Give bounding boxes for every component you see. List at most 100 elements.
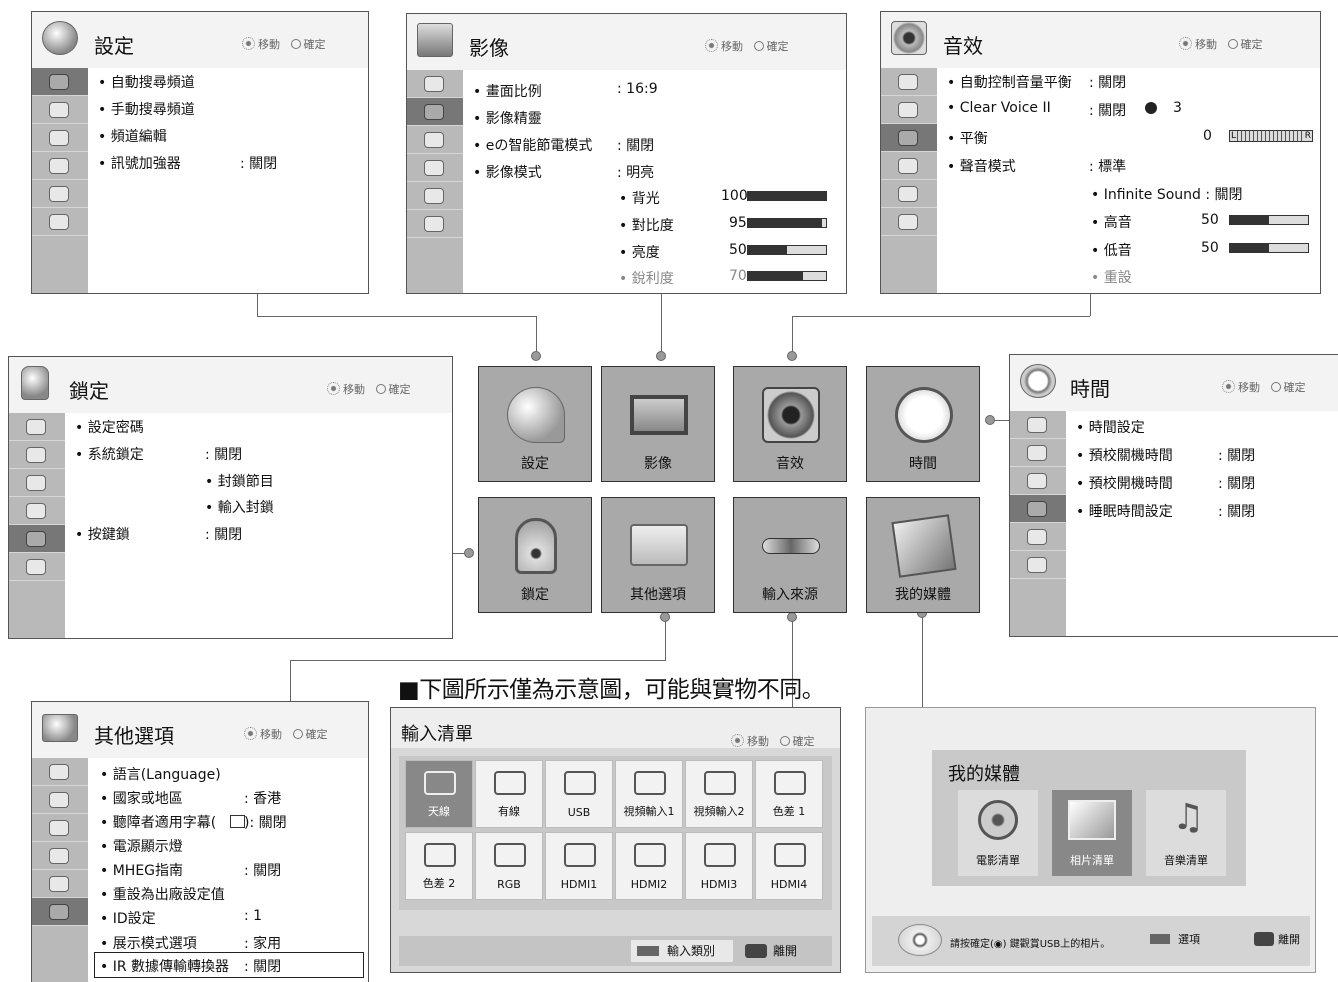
sidebar-tab-audio[interactable] bbox=[9, 469, 65, 497]
menu-item[interactable]: • 電源顯示燈 bbox=[100, 836, 183, 856]
sidebar-tab-setup[interactable] bbox=[881, 68, 937, 96]
input-source-rgb[interactable]: RGB bbox=[475, 832, 543, 900]
input-source-usb[interactable]: USB bbox=[545, 760, 613, 828]
menu-item[interactable]: • 重設為出廠設定值 bbox=[100, 884, 225, 904]
sidebar-tab-audio[interactable] bbox=[881, 124, 937, 152]
sidebar-tab-lock[interactable] bbox=[32, 870, 88, 898]
menu-item[interactable]: • 語言(Language) bbox=[100, 764, 221, 784]
sidebar-tab-lock[interactable] bbox=[881, 180, 937, 208]
sub-item-input-block[interactable]: • 輸入封鎖 bbox=[205, 497, 274, 517]
tile-picture[interactable]: 影像 bbox=[601, 366, 715, 482]
sidebar-tab-option[interactable] bbox=[881, 208, 937, 236]
sidebar-tab-picture[interactable] bbox=[881, 96, 937, 124]
input-source-hdmi1[interactable]: HDMI1 bbox=[545, 832, 613, 900]
sidebar-tab-option[interactable] bbox=[407, 210, 463, 238]
sidebar-tab-time[interactable] bbox=[32, 842, 88, 870]
tile-time[interactable]: 時間 bbox=[866, 366, 980, 482]
input-source-av1[interactable]: 視頻輸入1 bbox=[615, 760, 683, 828]
sidebar-tab-setup[interactable] bbox=[32, 68, 88, 96]
input-type-button[interactable]: 輸入類別 bbox=[631, 940, 733, 962]
sidebar-tab-option[interactable] bbox=[32, 208, 88, 236]
exit-button[interactable]: 離開 bbox=[1254, 931, 1300, 947]
menu-item[interactable]: • 聲音模式 bbox=[947, 156, 1016, 176]
menu-item[interactable]: • 國家或地區 bbox=[100, 788, 183, 808]
sub-item-reset[interactable]: • 重設 bbox=[1091, 267, 1132, 287]
menu-item[interactable]: • 時間設定 bbox=[1076, 417, 1145, 437]
sidebar-tab-lock[interactable] bbox=[9, 525, 65, 553]
menu-item[interactable]: • 影像精靈 bbox=[473, 108, 542, 128]
sub-item-sharpness[interactable]: • 銳利度 bbox=[619, 268, 674, 288]
menu-item[interactable]: • 訊號加強器 bbox=[98, 153, 181, 173]
tile-lock[interactable]: 鎖定 bbox=[478, 497, 592, 613]
tile-setup[interactable]: 設定 bbox=[478, 366, 592, 482]
sidebar-tab-setup[interactable] bbox=[407, 70, 463, 98]
menu-item[interactable]: • Clear Voice II bbox=[947, 100, 1051, 116]
menu-item[interactable]: • 設定密碼 bbox=[75, 417, 144, 437]
menu-item[interactable]: • 系統鎖定 bbox=[75, 444, 144, 464]
sidebar-tab-option[interactable] bbox=[32, 898, 88, 926]
level-bar[interactable] bbox=[747, 245, 827, 255]
input-source-component1[interactable]: 色差 1 bbox=[755, 760, 823, 828]
menu-item[interactable]: • 展示模式選項 bbox=[100, 933, 197, 953]
level-bar[interactable] bbox=[747, 218, 827, 228]
sidebar-tab-setup[interactable] bbox=[1010, 411, 1066, 439]
sidebar-tab-lock[interactable] bbox=[1010, 523, 1066, 551]
input-source-hdmi3[interactable]: HDMI3 bbox=[685, 832, 753, 900]
sidebar-tab-picture[interactable] bbox=[1010, 439, 1066, 467]
music-list-tile[interactable]: ♫ 音樂清單 bbox=[1146, 790, 1226, 876]
input-source-hdmi4[interactable]: HDMI4 bbox=[755, 832, 823, 900]
sidebar-tab-picture[interactable] bbox=[32, 786, 88, 814]
sub-item-bass[interactable]: • 低音 bbox=[1091, 240, 1132, 260]
sidebar-tab-audio[interactable] bbox=[1010, 467, 1066, 495]
tile-input[interactable]: 輸入來源 bbox=[733, 497, 847, 613]
sub-item-treble[interactable]: • 高音 bbox=[1091, 212, 1132, 232]
level-bar[interactable] bbox=[747, 271, 827, 281]
sidebar-tab-option[interactable] bbox=[9, 553, 65, 581]
input-source-component2[interactable]: 色差 2 bbox=[405, 832, 473, 900]
sidebar-tab-setup[interactable] bbox=[9, 413, 65, 441]
sub-item-brightness[interactable]: • 亮度 bbox=[619, 242, 660, 262]
sidebar-tab-option[interactable] bbox=[1010, 551, 1066, 579]
sub-item-infinite-sound[interactable]: • Infinite Sound : 關閉 bbox=[1091, 184, 1243, 204]
sub-item-backlight[interactable]: • 背光 bbox=[619, 188, 660, 208]
sidebar-tab-time[interactable] bbox=[881, 152, 937, 180]
sidebar-tab-time[interactable] bbox=[9, 497, 65, 525]
photo-list-tile[interactable]: 相片清單 bbox=[1052, 790, 1132, 876]
menu-item[interactable]: • 預校關機時間 bbox=[1076, 445, 1173, 465]
sidebar-tab-time[interactable] bbox=[407, 154, 463, 182]
menu-item[interactable]: • 影像模式 bbox=[473, 162, 542, 182]
menu-item[interactable]: • 頻道編輯 bbox=[98, 126, 167, 146]
menu-item[interactable]: • 平衡 bbox=[947, 128, 988, 148]
sidebar-tab-picture[interactable] bbox=[32, 96, 88, 124]
menu-item[interactable]: • 睡眠時間設定 bbox=[1076, 501, 1173, 521]
menu-item[interactable]: • 自動搜尋頻道 bbox=[98, 72, 195, 92]
sub-item-block-program[interactable]: • 封鎖節目 bbox=[205, 471, 274, 491]
level-bar[interactable] bbox=[747, 191, 827, 201]
menu-item[interactable]: • MHEG指南 bbox=[100, 860, 183, 880]
sidebar-tab-picture[interactable] bbox=[9, 441, 65, 469]
sidebar-tab-audio[interactable] bbox=[32, 814, 88, 842]
level-bar[interactable] bbox=[1229, 215, 1309, 225]
tile-my-media[interactable]: 我的媒體 bbox=[866, 497, 980, 613]
sidebar-tab-audio[interactable] bbox=[407, 126, 463, 154]
exit-button[interactable]: 離開 bbox=[745, 940, 825, 962]
sidebar-tab-picture[interactable] bbox=[407, 98, 463, 126]
sub-item-contrast[interactable]: • 對比度 bbox=[619, 215, 674, 235]
tile-option[interactable]: 其他選項 bbox=[601, 497, 715, 613]
menu-item[interactable]: • 自動控制音量平衡 bbox=[947, 72, 1072, 92]
menu-item[interactable]: • eの智能節電模式 bbox=[473, 135, 592, 155]
balance-slider[interactable]: L R bbox=[1229, 130, 1313, 142]
sidebar-tab-lock[interactable] bbox=[407, 182, 463, 210]
menu-item[interactable]: • 聽障者適用字幕( bbox=[100, 812, 216, 832]
menu-item[interactable]: • 手動搜尋頻道 bbox=[98, 99, 195, 119]
tile-audio[interactable]: 音效 bbox=[733, 366, 847, 482]
menu-item-ir-converter[interactable]: • IR 數據傳輸轉換器 bbox=[100, 956, 229, 976]
level-bar[interactable] bbox=[1229, 243, 1309, 253]
sidebar-tab-lock[interactable] bbox=[32, 180, 88, 208]
sidebar-tab-audio[interactable] bbox=[32, 124, 88, 152]
input-source-av2[interactable]: 視頻輸入2 bbox=[685, 760, 753, 828]
input-source-hdmi2[interactable]: HDMI2 bbox=[615, 832, 683, 900]
menu-item[interactable]: • 按鍵鎖 bbox=[75, 524, 130, 544]
sidebar-tab-time[interactable] bbox=[1010, 495, 1066, 523]
menu-item[interactable]: • 預校開機時間 bbox=[1076, 473, 1173, 493]
